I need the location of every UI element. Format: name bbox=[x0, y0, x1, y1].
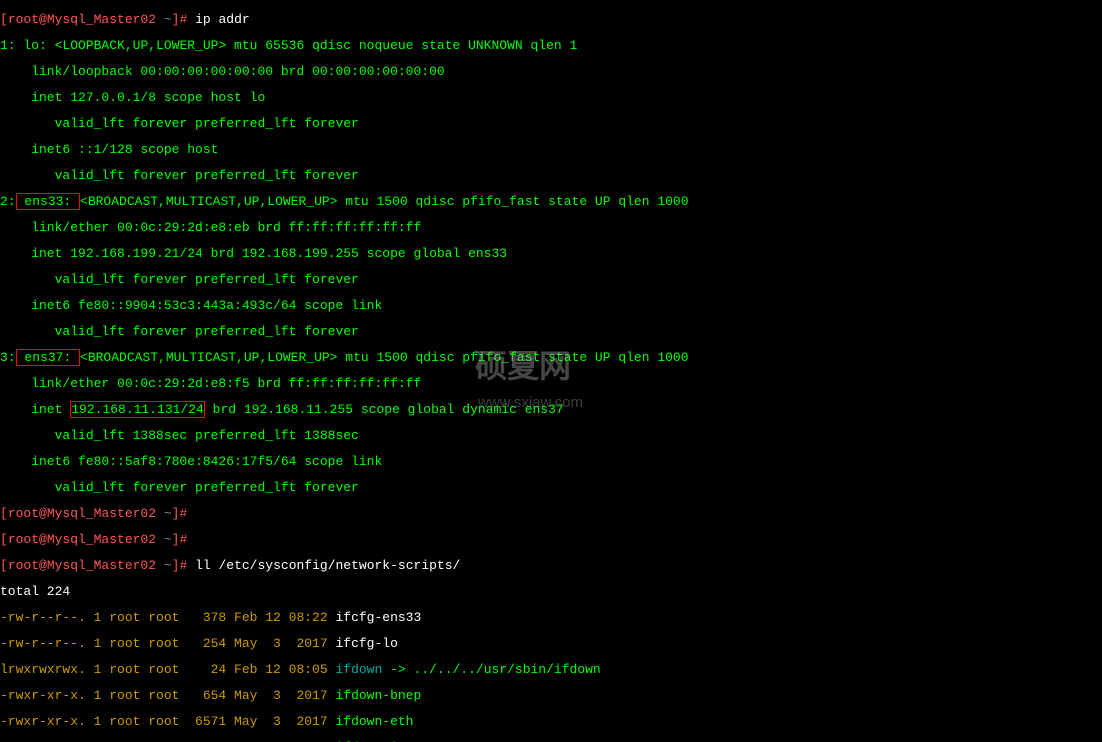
command: ll /etc/sysconfig/network-scripts/ bbox=[195, 558, 460, 573]
file-row: lrwxrwxrwx. 1 root root 24 Feb 12 08:05 … bbox=[0, 663, 1102, 676]
output-line: inet 192.168.199.21/24 brd 192.168.199.2… bbox=[0, 247, 1102, 260]
output-line: 3: ens37: <BROADCAST,MULTICAST,UP,LOWER_… bbox=[0, 351, 1102, 364]
output-line: valid_lft forever preferred_lft forever bbox=[0, 117, 1102, 130]
prompt-line: [root@Mysql_Master02 ~]# ip addr bbox=[0, 13, 1102, 26]
output-line: link/ether 00:0c:29:2d:e8:f5 brd ff:ff:f… bbox=[0, 377, 1102, 390]
file-row: -rw-r--r--. 1 root root 254 May 3 2017 i… bbox=[0, 637, 1102, 650]
filename: ifdown-bnep bbox=[335, 688, 421, 703]
output-line: inet6 fe80::9904:53c3:443a:493c/64 scope… bbox=[0, 299, 1102, 312]
highlight-ens37: ens37: bbox=[16, 349, 80, 366]
output-line: valid_lft 1388sec preferred_lft 1388sec bbox=[0, 429, 1102, 442]
file-row: -rwxr-xr-x. 1 root root 654 May 3 2017 i… bbox=[0, 689, 1102, 702]
cwd: ~ bbox=[156, 12, 172, 27]
prompt-line: [root@Mysql_Master02 ~]# bbox=[0, 533, 1102, 546]
output-line: 1: lo: <LOOPBACK,UP,LOWER_UP> mtu 65536 … bbox=[0, 39, 1102, 52]
output-line: inet6 ::1/128 scope host bbox=[0, 143, 1102, 156]
output-line: valid_lft forever preferred_lft forever bbox=[0, 169, 1102, 182]
command: ip addr bbox=[195, 12, 250, 27]
output-line: inet 127.0.0.1/8 scope host lo bbox=[0, 91, 1102, 104]
output-line: inet 192.168.11.131/24 brd 192.168.11.25… bbox=[0, 403, 1102, 416]
output-line: 2: ens33: <BROADCAST,MULTICAST,UP,LOWER_… bbox=[0, 195, 1102, 208]
output-line: valid_lft forever preferred_lft forever bbox=[0, 325, 1102, 338]
file-row: -rwxr-xr-x. 1 root root 6571 May 3 2017 … bbox=[0, 715, 1102, 728]
filename: ifcfg-ens33 bbox=[335, 610, 421, 625]
output-line: valid_lft forever preferred_lft forever bbox=[0, 273, 1102, 286]
file-row: -rw-r--r--. 1 root root 378 Feb 12 08:22… bbox=[0, 611, 1102, 624]
prompt-line: [root@Mysql_Master02 ~]# ll /etc/sysconf… bbox=[0, 559, 1102, 572]
output-line: link/ether 00:0c:29:2d:e8:eb brd ff:ff:f… bbox=[0, 221, 1102, 234]
output-line: total 224 bbox=[0, 585, 1102, 598]
highlight-ip: 192.168.11.131/24 bbox=[70, 401, 205, 418]
symlink: ifdown bbox=[335, 662, 382, 677]
prompt-line: [root@Mysql_Master02 ~]# bbox=[0, 507, 1102, 520]
highlight-ens33: ens33: bbox=[16, 193, 80, 210]
filename: ifdown-eth bbox=[335, 714, 413, 729]
hash: # bbox=[179, 12, 195, 27]
output-line: link/loopback 00:00:00:00:00:00 brd 00:0… bbox=[0, 65, 1102, 78]
bracket: [ bbox=[0, 12, 8, 27]
user-host: root@Mysql_Master02 bbox=[8, 12, 156, 27]
terminal-output[interactable]: [root@Mysql_Master02 ~]# ip addr 1: lo: … bbox=[0, 0, 1102, 742]
output-line: inet6 fe80::5af8:780e:8426:17f5/64 scope… bbox=[0, 455, 1102, 468]
output-line: valid_lft forever preferred_lft forever bbox=[0, 481, 1102, 494]
filename: ifcfg-lo bbox=[335, 636, 397, 651]
